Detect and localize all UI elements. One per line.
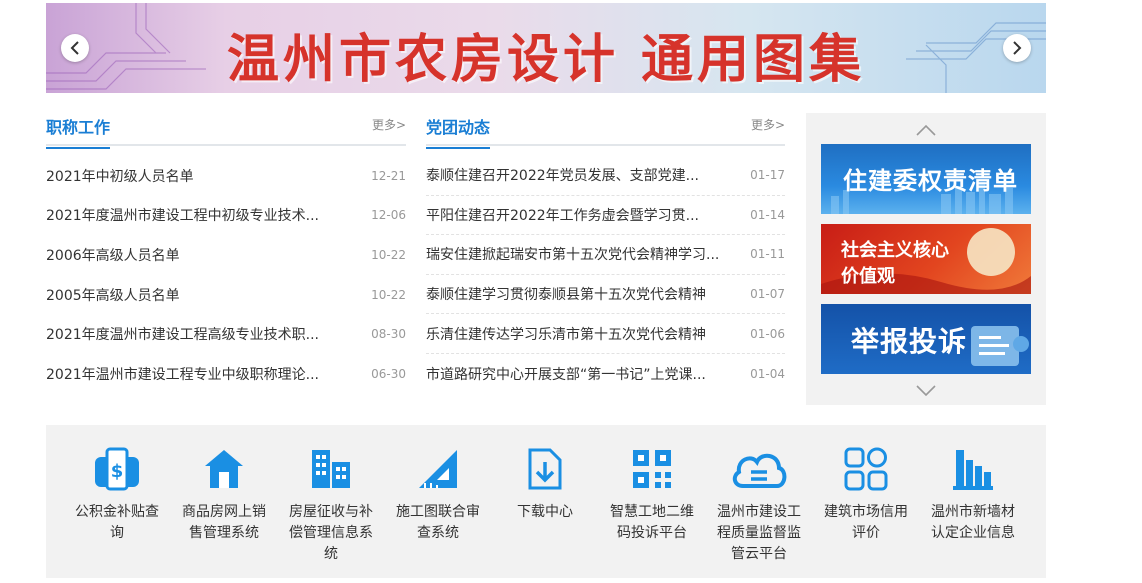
promo-title: 住建委权责清单 <box>843 167 1018 195</box>
download-icon <box>528 448 562 490</box>
list-item[interactable]: 2005年高级人员名单 10-22 <box>46 275 406 315</box>
item-title: 泰顺住建学习贯彻泰顺县第十五次党代会精神 <box>426 287 706 304</box>
item-title: 乐清住建传达学习乐清市第十五次党代会精神 <box>426 326 706 343</box>
service-download[interactable]: 下载中心 <box>497 439 593 523</box>
item-date: 01-17 <box>750 168 785 183</box>
dangtuan-title[interactable]: 党团动态 <box>426 114 491 149</box>
zhicheng-header: 职称工作 更多> <box>46 108 406 149</box>
item-date: 08-30 <box>371 327 406 342</box>
dangtuan-more-link[interactable]: 更多> <box>751 116 785 133</box>
qr-code-icon <box>633 450 671 488</box>
banner-prev-button[interactable] <box>61 34 89 62</box>
list-item[interactable]: 2021年中初级人员名单 12-21 <box>46 156 406 196</box>
dangtuan-panel: 党团动态 更多> 泰顺住建召开2022年党员发展、支部党建... 01-17 平阳… <box>426 108 785 394</box>
item-title: 2006年高级人员名单 <box>46 247 180 264</box>
item-title: 泰顺住建召开2022年党员发展、支部党建... <box>426 168 699 185</box>
svg-text:$: $ <box>111 461 124 482</box>
promo-report[interactable]: 举报投诉 <box>821 304 1031 374</box>
service-expropriation[interactable]: 房屋征收与补偿管理信息系统 <box>283 439 379 565</box>
service-qr-complaint[interactable]: 智慧工地二维码投诉平台 <box>604 439 700 544</box>
wallet-icon: $ <box>95 447 139 491</box>
item-date: 12-21 <box>371 168 406 183</box>
house-icon <box>205 450 243 488</box>
item-title: 2005年高级人员名单 <box>46 287 180 304</box>
promo-core-values[interactable]: 社会主义核心 价值观 <box>821 224 1031 294</box>
service-label: 建筑市场信用评价 <box>824 504 908 541</box>
item-title: 瑞安住建掀起瑞安市第十五次党代会精神学习... <box>426 247 720 264</box>
chevron-right-icon <box>1013 41 1022 55</box>
promo-power-list[interactable]: 住建委权责清单 <box>821 144 1031 214</box>
service-credit-rating[interactable]: 建筑市场信用评价 <box>818 439 914 544</box>
item-title: 2021年度温州市建设工程中初级专业技术... <box>46 208 319 225</box>
item-date: 06-30 <box>371 366 406 381</box>
zhicheng-title[interactable]: 职称工作 <box>46 114 111 149</box>
service-label: 下载中心 <box>517 504 573 520</box>
service-label: 智慧工地二维码投诉平台 <box>610 504 694 541</box>
zhicheng-more-link[interactable]: 更多> <box>372 116 406 133</box>
service-label: 商品房网上销售管理系统 <box>182 504 266 541</box>
list-item[interactable]: 2006年高级人员名单 10-22 <box>46 235 406 275</box>
service-shortcuts: $ 公积金补贴查询 商品房网上销售管理系统 房屋征收与补偿管理信息系统 施工图联… <box>46 425 1046 578</box>
list-item[interactable]: 2021年度温州市建设工程中初级专业技术... 12-06 <box>46 196 406 236</box>
service-label: 公积金补贴查询 <box>75 504 159 541</box>
service-presale[interactable]: 商品房网上销售管理系统 <box>176 439 272 544</box>
item-date: 10-22 <box>371 287 406 302</box>
dangtuan-header: 党团动态 更多> <box>426 108 785 149</box>
list-item[interactable]: 乐清住建传达学习乐清市第十五次党代会精神 01-06 <box>426 314 785 354</box>
cloud-icon <box>732 453 787 488</box>
zhicheng-list: 2021年中初级人员名单 12-21 2021年度温州市建设工程中初级专业技术..… <box>46 156 406 394</box>
chevron-up-icon[interactable] <box>915 123 937 137</box>
item-title: 平阳住建召开2022年工作务虚会暨学习贯... <box>426 207 699 224</box>
banner-next-button[interactable] <box>1003 34 1031 62</box>
service-label: 温州市新墙材认定企业信息 <box>931 504 1015 541</box>
promo-line-2: 价值观 <box>841 266 895 287</box>
list-item[interactable]: 2021年温州市建设工程专业中级职称理论... 06-30 <box>46 354 406 394</box>
dangtuan-list: 泰顺住建召开2022年党员发展、支部党建... 01-17 平阳住建召开2022年… <box>426 156 785 394</box>
item-date: 10-22 <box>371 247 406 262</box>
chevron-down-icon[interactable] <box>915 384 937 398</box>
service-label: 施工图联合审查系统 <box>396 504 480 541</box>
list-item[interactable]: 泰顺住建学习贯彻泰顺县第十五次党代会精神 01-07 <box>426 275 785 315</box>
chevron-left-icon <box>70 41 79 55</box>
service-housing-fund[interactable]: $ 公积金补贴查询 <box>69 439 165 544</box>
promo-title: 举报投诉 <box>851 325 968 358</box>
list-item[interactable]: 泰顺住建召开2022年党员发展、支部党建... 01-17 <box>426 156 785 196</box>
factory-icon <box>953 450 993 490</box>
top-banner[interactable]: 温州市农房设计 通用图集 <box>46 3 1046 93</box>
banner-title: 温州市农房设计 通用图集 <box>226 29 866 90</box>
item-title: 2021年中初级人员名单 <box>46 168 194 185</box>
item-title: 2021年度温州市建设工程高级专业技术职... <box>46 327 319 344</box>
grid-apps-icon <box>844 447 888 491</box>
item-date: 01-14 <box>750 207 785 222</box>
set-square-icon <box>419 450 457 488</box>
list-item[interactable]: 瑞安住建掀起瑞安市第十五次党代会精神学习... 01-11 <box>426 235 785 275</box>
item-title: 市道路研究中心开展支部“第一书记”上党课... <box>426 366 706 383</box>
list-item[interactable]: 平阳住建召开2022年工作务虚会暨学习贯... 01-14 <box>426 196 785 236</box>
item-date: 01-11 <box>750 247 785 262</box>
buildings-icon <box>312 450 350 488</box>
service-quality-cloud[interactable]: 温州市建设工程质量监督监管云平台 <box>711 439 807 565</box>
list-item[interactable]: 市道路研究中心开展支部“第一书记”上党课... 01-04 <box>426 354 785 394</box>
item-date: 01-04 <box>750 366 785 381</box>
promo-carousel: 住建委权责清单 社会主义核心 价值观 举报投诉 <box>806 113 1046 405</box>
item-date: 01-06 <box>750 326 785 341</box>
item-title: 2021年温州市建设工程专业中级职称理论... <box>46 366 319 383</box>
service-wall-material[interactable]: 温州市新墙材认定企业信息 <box>925 439 1021 544</box>
item-date: 12-06 <box>371 208 406 223</box>
service-label: 房屋征收与补偿管理信息系统 <box>289 504 373 562</box>
promo-line-1: 社会主义核心 <box>841 240 949 261</box>
item-date: 01-07 <box>750 287 785 302</box>
zhicheng-panel: 职称工作 更多> 2021年中初级人员名单 12-21 2021年度温州市建设工程… <box>46 108 406 394</box>
service-drawing-review[interactable]: 施工图联合审查系统 <box>390 439 486 544</box>
service-label: 温州市建设工程质量监督监管云平台 <box>717 504 801 562</box>
list-item[interactable]: 2021年度温州市建设工程高级专业技术职... 08-30 <box>46 314 406 354</box>
